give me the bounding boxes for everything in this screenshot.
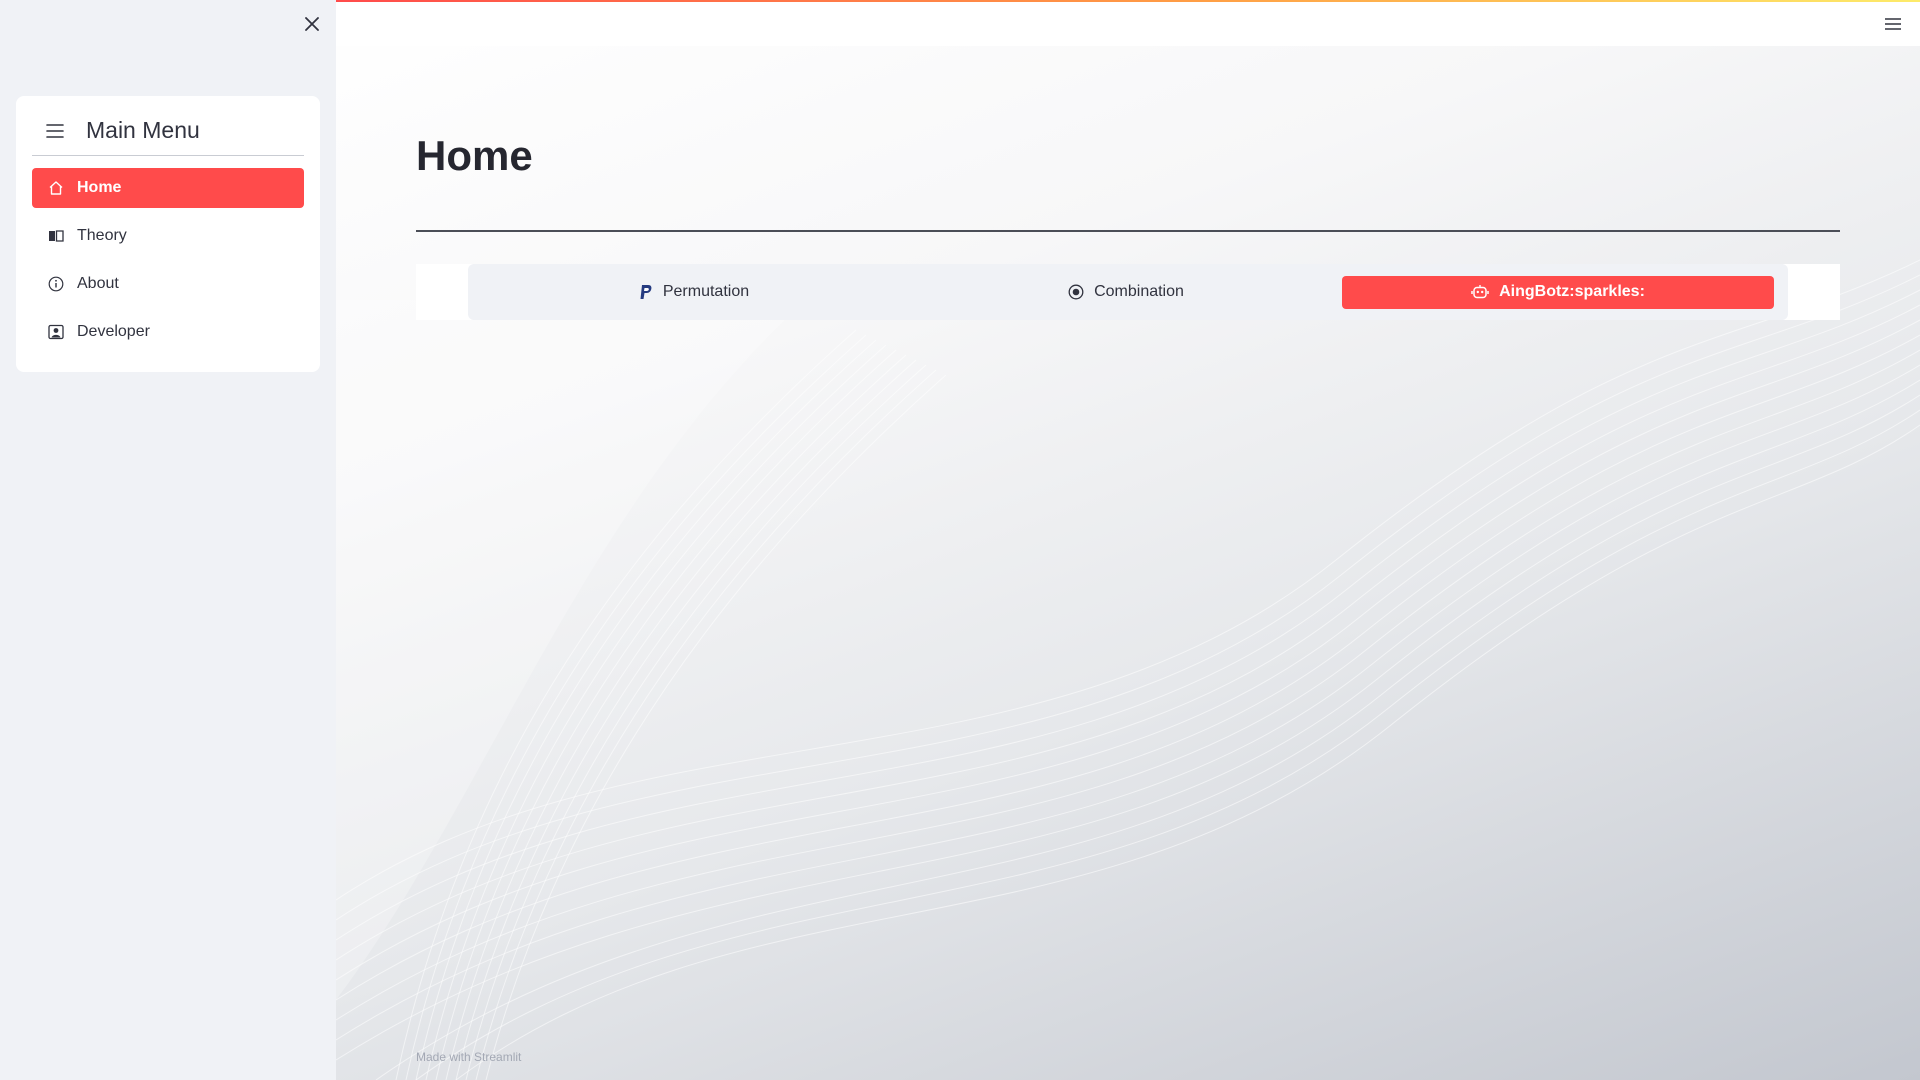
menu-title: Main Menu xyxy=(86,117,200,143)
tab-bar: Permutation Combination AingBotz:sparkle… xyxy=(416,264,1840,320)
tab-bar-inner: Permutation Combination AingBotz:sparkle… xyxy=(468,264,1788,320)
robot-icon xyxy=(1471,284,1489,300)
sidebar-item-theory[interactable]: Theory xyxy=(32,216,304,256)
app-menu-button[interactable] xyxy=(1880,14,1906,34)
record-circle-icon xyxy=(1068,284,1084,300)
top-decoration-line xyxy=(336,0,1920,2)
hamburger-icon xyxy=(1885,18,1901,30)
close-sidebar-button[interactable] xyxy=(300,12,324,36)
tab-label: Combination xyxy=(1094,283,1184,300)
sidebar-item-label: Theory xyxy=(77,227,127,244)
sidebar-item-developer[interactable]: Developer xyxy=(32,312,304,352)
tab-label: AingBotz:sparkles: xyxy=(1499,283,1645,300)
paypal-icon xyxy=(639,284,653,300)
house-icon xyxy=(47,179,65,197)
sidebar-item-about[interactable]: About xyxy=(32,264,304,304)
sidebar-item-label: Developer xyxy=(77,323,150,340)
info-circle-icon xyxy=(47,275,65,293)
hamburger-icon xyxy=(46,123,64,138)
sidebar: Main Menu Home Theory About Developer xyxy=(0,0,336,1080)
tab-label: Permutation xyxy=(662,283,750,300)
page-title: Home xyxy=(416,132,533,179)
menu-header: Main Menu xyxy=(32,110,304,156)
sidebar-item-label: About xyxy=(77,275,119,292)
background-waves xyxy=(336,259,1920,1080)
close-icon xyxy=(305,17,319,31)
main-content: Home Permutation Combination AingBotz:sp… xyxy=(336,0,1920,1080)
person-badge-icon xyxy=(47,323,65,341)
top-bar xyxy=(336,0,1920,46)
book-icon xyxy=(47,227,65,245)
sidebar-item-home[interactable]: Home xyxy=(32,168,304,208)
sidebar-item-label: Home xyxy=(77,179,122,196)
tab-aingbotz[interactable]: AingBotz:sparkles: xyxy=(1342,275,1774,309)
footer-credit[interactable]: Made with Streamlit xyxy=(416,1050,521,1064)
tab-permutation[interactable]: Permutation xyxy=(478,276,910,309)
divider xyxy=(416,230,1840,232)
main-menu: Main Menu Home Theory About Developer xyxy=(16,96,320,372)
tab-combination[interactable]: Combination xyxy=(910,276,1342,309)
